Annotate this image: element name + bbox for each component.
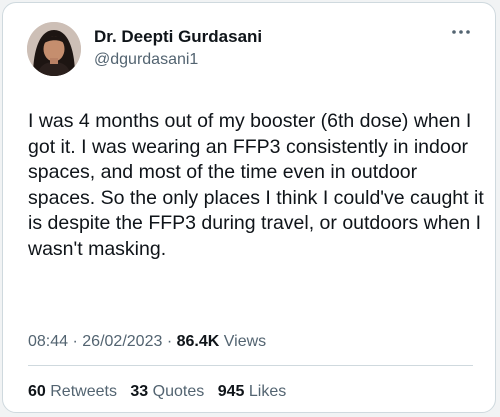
- likes-stat[interactable]: 945 Likes: [218, 383, 287, 400]
- likes-label: Likes: [248, 383, 287, 400]
- tweet-date[interactable]: 26/02/2023: [82, 333, 162, 350]
- quotes-count: 33: [130, 383, 149, 400]
- author-name[interactable]: Dr. Deepti Gurdasani: [94, 27, 262, 47]
- likes-count: 945: [217, 383, 245, 400]
- tweet-text: I was 4 months out of my booster (6th do…: [28, 110, 484, 260]
- divider: [28, 365, 473, 366]
- quotes-stat[interactable]: 33 Quotes: [130, 383, 204, 400]
- engagement-stats: 60 Retweets 33 Quotes 945 Likes: [28, 383, 295, 401]
- tweet-meta: 08:44 · 26/02/2023 · 86.4K Views: [28, 333, 266, 351]
- author-handle[interactable]: @dgurdasani1: [94, 51, 198, 69]
- retweets-stat[interactable]: 60 Retweets: [28, 383, 117, 400]
- retweets-count: 60: [28, 383, 46, 400]
- meta-separator: ·: [166, 333, 173, 350]
- tweet-card: Dr. Deepti Gurdasani @dgurdasani1 I was …: [2, 2, 496, 413]
- profile-photo-icon: [27, 22, 81, 76]
- tweet-time[interactable]: 08:44: [28, 333, 68, 350]
- more-options-icon[interactable]: [449, 23, 473, 41]
- quotes-label: Quotes: [152, 383, 205, 400]
- meta-separator: ·: [72, 333, 78, 350]
- views-label: Views: [223, 333, 267, 350]
- avatar[interactable]: [27, 22, 81, 76]
- views-count: 86.4K: [176, 333, 220, 350]
- retweets-label: Retweets: [50, 383, 117, 400]
